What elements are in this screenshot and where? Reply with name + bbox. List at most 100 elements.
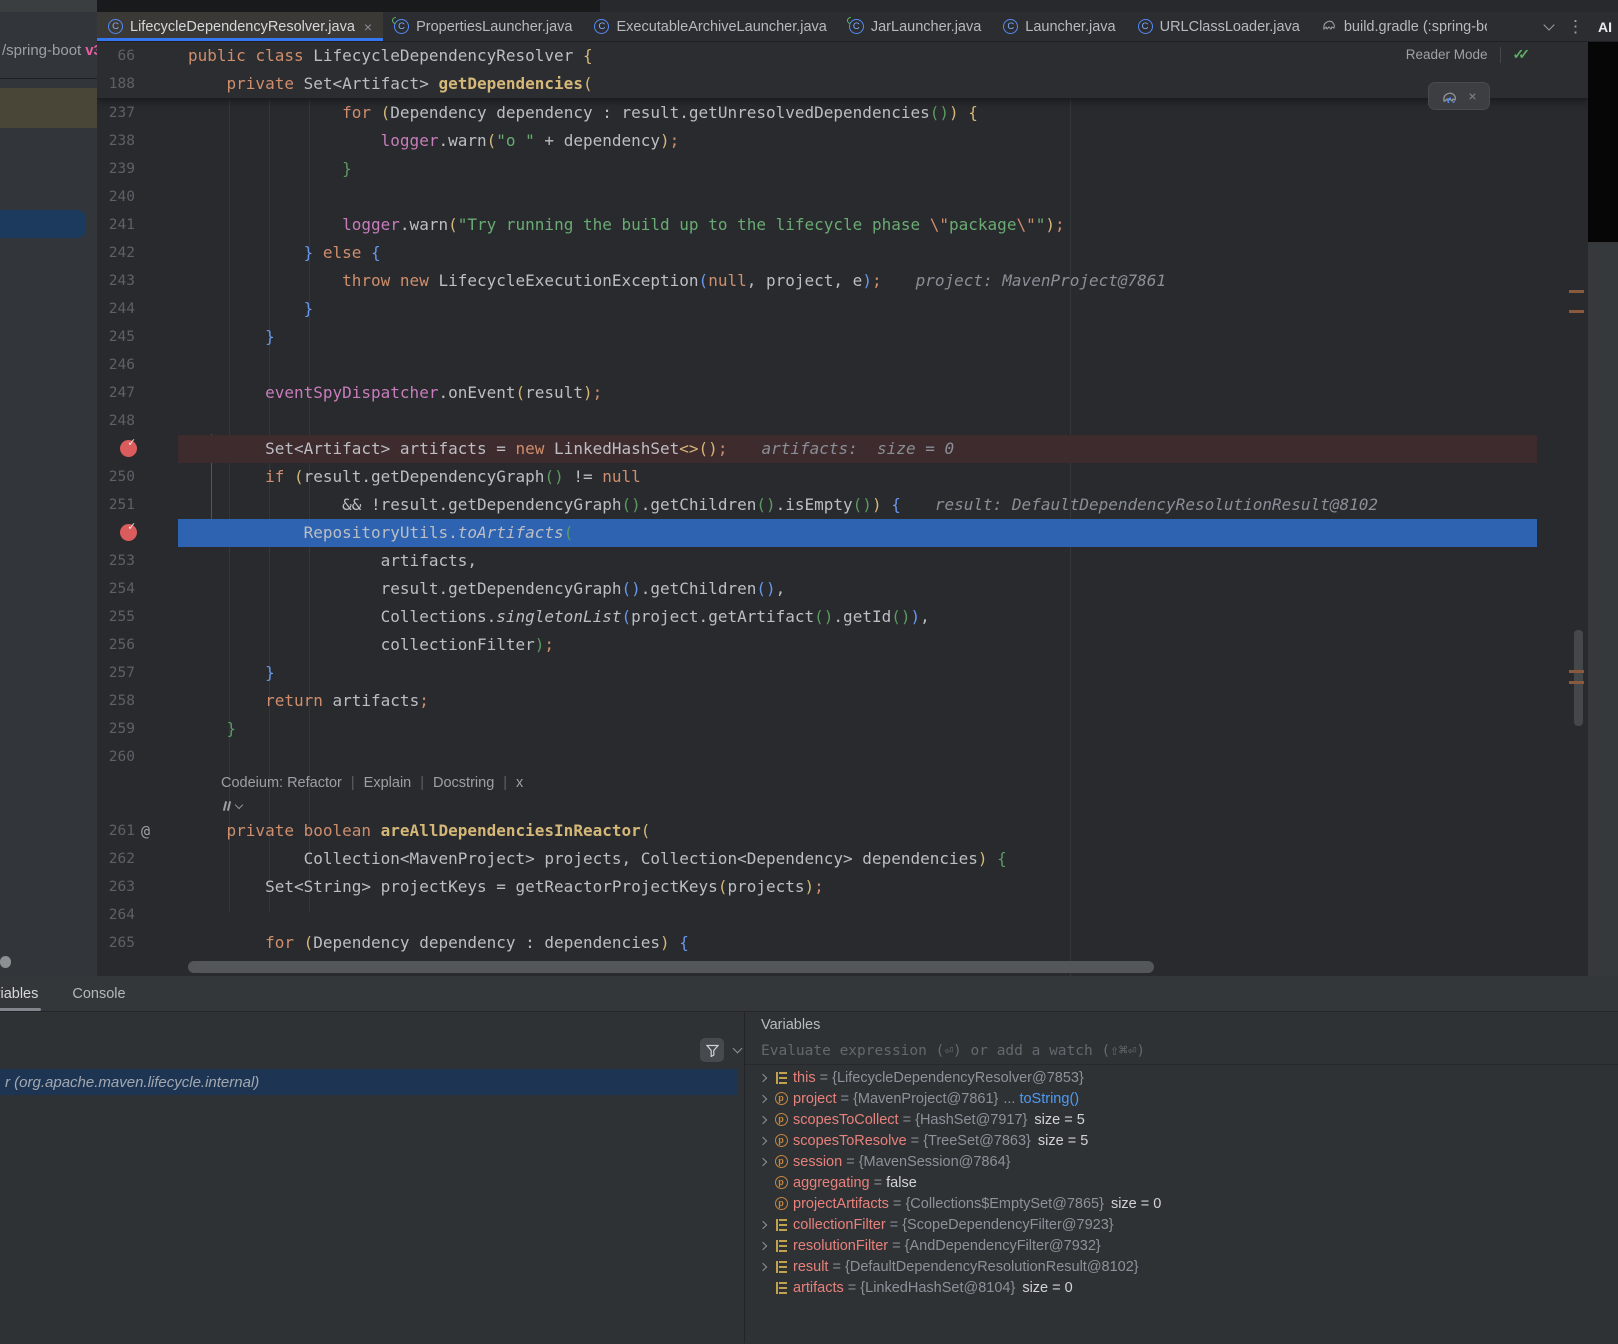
close-icon[interactable]: × [1468, 88, 1476, 104]
code-line[interactable]: 254result.getDependencyGraph().getChildr… [97, 575, 1588, 603]
variable-row[interactable]: result = {DefaultDependencyResolutionRes… [745, 1256, 1618, 1277]
expand-chevron-icon[interactable] [755, 1243, 771, 1249]
tab-ExecutableArchiveLauncher[interactable]: CExecutableArchiveLauncher.java [583, 12, 837, 41]
line-number[interactable]: 250 [109, 463, 135, 491]
code-line[interactable]: 262Collection<MavenProject> projects, Co… [97, 845, 1588, 873]
code-line[interactable]: ✓Set<Artifact> artifacts = new LinkedHas… [97, 435, 1588, 463]
line-number[interactable]: 237 [109, 99, 135, 127]
error-stripe-mark[interactable] [1569, 681, 1584, 684]
code-line[interactable]: 253artifacts, [97, 547, 1588, 575]
inspections-ok-icon[interactable]: ✓✓ [1513, 46, 1530, 63]
code-line[interactable]: 239} [97, 155, 1588, 183]
line-number[interactable]: 264 [109, 901, 135, 929]
close-icon[interactable]: × [364, 19, 372, 35]
line-number[interactable]: 263 [109, 873, 135, 901]
debug-tab-console[interactable]: Console [66, 976, 131, 1011]
line-number[interactable]: 251 [109, 491, 135, 519]
code-line[interactable]: 244} [97, 295, 1588, 323]
code-line[interactable]: 188private Set<Artifact> getDependencies… [97, 70, 1588, 98]
variable-row[interactable]: paggregating = false [745, 1172, 1618, 1193]
codeium-action[interactable]: x [516, 775, 523, 791]
variable-row[interactable]: resolutionFilter = {AndDependencyFilter@… [745, 1235, 1618, 1256]
tab-PropertiesLauncher[interactable]: CPropertiesLauncher.java [383, 12, 583, 41]
gutter[interactable]: 255 [97, 603, 178, 631]
line-number[interactable]: 260 [109, 743, 135, 771]
variable-row[interactable]: this = {LifecycleDependencyResolver@7853… [745, 1067, 1618, 1088]
evaluate-expression-input[interactable]: Evaluate expression (⏎) or add a watch (… [745, 1038, 1618, 1065]
tab-URLClassLoader[interactable]: CURLClassLoader.java [1127, 12, 1311, 41]
code-line[interactable]: 260 [97, 743, 1588, 771]
gutter[interactable]: 259 [97, 715, 178, 743]
variable-row[interactable]: pproject = {MavenProject@7861}...toStrin… [745, 1088, 1618, 1109]
variable-row[interactable]: pprojectArtifacts = {Collections$EmptySe… [745, 1193, 1618, 1214]
code-line[interactable]: 237for (Dependency dependency : result.g… [97, 99, 1588, 127]
line-number[interactable]: 257 [109, 659, 135, 687]
variable-row[interactable]: artifacts = {LinkedHashSet@8104}size = 0 [745, 1277, 1618, 1298]
gutter[interactable]: 244 [97, 295, 178, 323]
expand-chevron-icon[interactable] [755, 1222, 771, 1228]
error-stripe-mark[interactable] [1569, 290, 1584, 293]
line-number[interactable]: 239 [109, 155, 135, 183]
code-line[interactable]: 243throw new LifecycleExecutionException… [97, 267, 1588, 295]
variable-row[interactable]: psession = {MavenSession@7864} [745, 1151, 1618, 1172]
codeium-icon[interactable] [221, 800, 233, 812]
code-line[interactable]: 264 [97, 901, 1588, 929]
gutter[interactable]: 238 [97, 127, 178, 155]
error-stripe-mark[interactable] [1569, 670, 1584, 673]
gutter[interactable]: ✓ [97, 519, 178, 547]
code-line[interactable]: 255Collections.singletonList(project.get… [97, 603, 1588, 631]
expand-chevron-icon[interactable] [755, 1138, 771, 1144]
tab-JarLauncher[interactable]: CJarLauncher.java [838, 12, 992, 41]
reader-mode-label[interactable]: Reader Mode [1406, 47, 1488, 62]
gutter[interactable]: 253 [97, 547, 178, 575]
gutter[interactable]: 258 [97, 687, 178, 715]
ai-assistant-button[interactable]: AI [1598, 19, 1612, 35]
code-line[interactable]: ✓RepositoryUtils.toArtifacts( [97, 519, 1588, 547]
line-number[interactable]: 243 [109, 267, 135, 295]
variable-row[interactable]: collectionFilter = {ScopeDependencyFilte… [745, 1214, 1618, 1235]
line-number[interactable]: 255 [109, 603, 135, 631]
line-number[interactable]: 258 [109, 687, 135, 715]
expand-chevron-icon[interactable] [755, 1264, 771, 1270]
sidebar-scrollbar[interactable] [0, 956, 11, 968]
gutter[interactable]: 256 [97, 631, 178, 659]
gutter[interactable]: 254 [97, 575, 178, 603]
tab-build[interactable]: build.gradle (:spring-boot-project:spri [1311, 12, 1487, 41]
code-line[interactable]: 66public class LifecycleDependencyResolv… [97, 42, 1588, 70]
gutter[interactable]: 261@ [97, 817, 178, 845]
code-editor[interactable]: 66public class LifecycleDependencyResolv… [97, 42, 1588, 976]
line-number[interactable]: 240 [109, 183, 135, 211]
tab-LifecycleDependencyResolver[interactable]: CLifecycleDependencyResolver.java× [97, 12, 383, 41]
gutter[interactable]: 257 [97, 659, 178, 687]
gutter[interactable]: 66 [97, 42, 178, 70]
gutter[interactable]: ✓ [97, 435, 178, 463]
line-number[interactable]: 238 [109, 127, 135, 155]
gutter[interactable]: 245 [97, 323, 178, 351]
expand-chevron-icon[interactable] [755, 1117, 771, 1123]
sidebar-selected-item[interactable] [0, 88, 97, 128]
horizontal-scrollbar[interactable] [188, 961, 1154, 973]
line-number[interactable]: 259 [109, 715, 135, 743]
gutter[interactable]: 251 [97, 491, 178, 519]
gutter[interactable]: 188 [97, 70, 178, 98]
gutter[interactable]: 248 [97, 407, 178, 435]
code-line[interactable]: 251&& !result.getDependencyGraph().getCh… [97, 491, 1588, 519]
line-number[interactable]: 244 [109, 295, 135, 323]
tostring-link[interactable]: toString() [1019, 1091, 1079, 1107]
line-number[interactable]: 248 [109, 407, 135, 435]
code-line[interactable]: 265for (Dependency dependency : dependen… [97, 929, 1588, 957]
gutter[interactable]: 241 [97, 211, 178, 239]
expand-chevron-icon[interactable] [755, 1096, 771, 1102]
code-line[interactable]: 248 [97, 407, 1588, 435]
line-number[interactable]: 262 [109, 845, 135, 873]
line-number[interactable]: 261 [109, 817, 135, 845]
chevron-down-icon[interactable] [235, 800, 243, 808]
code-line[interactable]: 258return artifacts; [97, 687, 1588, 715]
code-line[interactable]: 245} [97, 323, 1588, 351]
chevron-down-icon[interactable] [1543, 19, 1554, 30]
gutter[interactable]: 265 [97, 929, 178, 957]
line-number[interactable]: 254 [109, 575, 135, 603]
line-number[interactable]: 245 [109, 323, 135, 351]
debug-tab-variables[interactable]: Variables [0, 976, 44, 1011]
codeium-action[interactable]: Codeium: Refactor [221, 775, 342, 791]
